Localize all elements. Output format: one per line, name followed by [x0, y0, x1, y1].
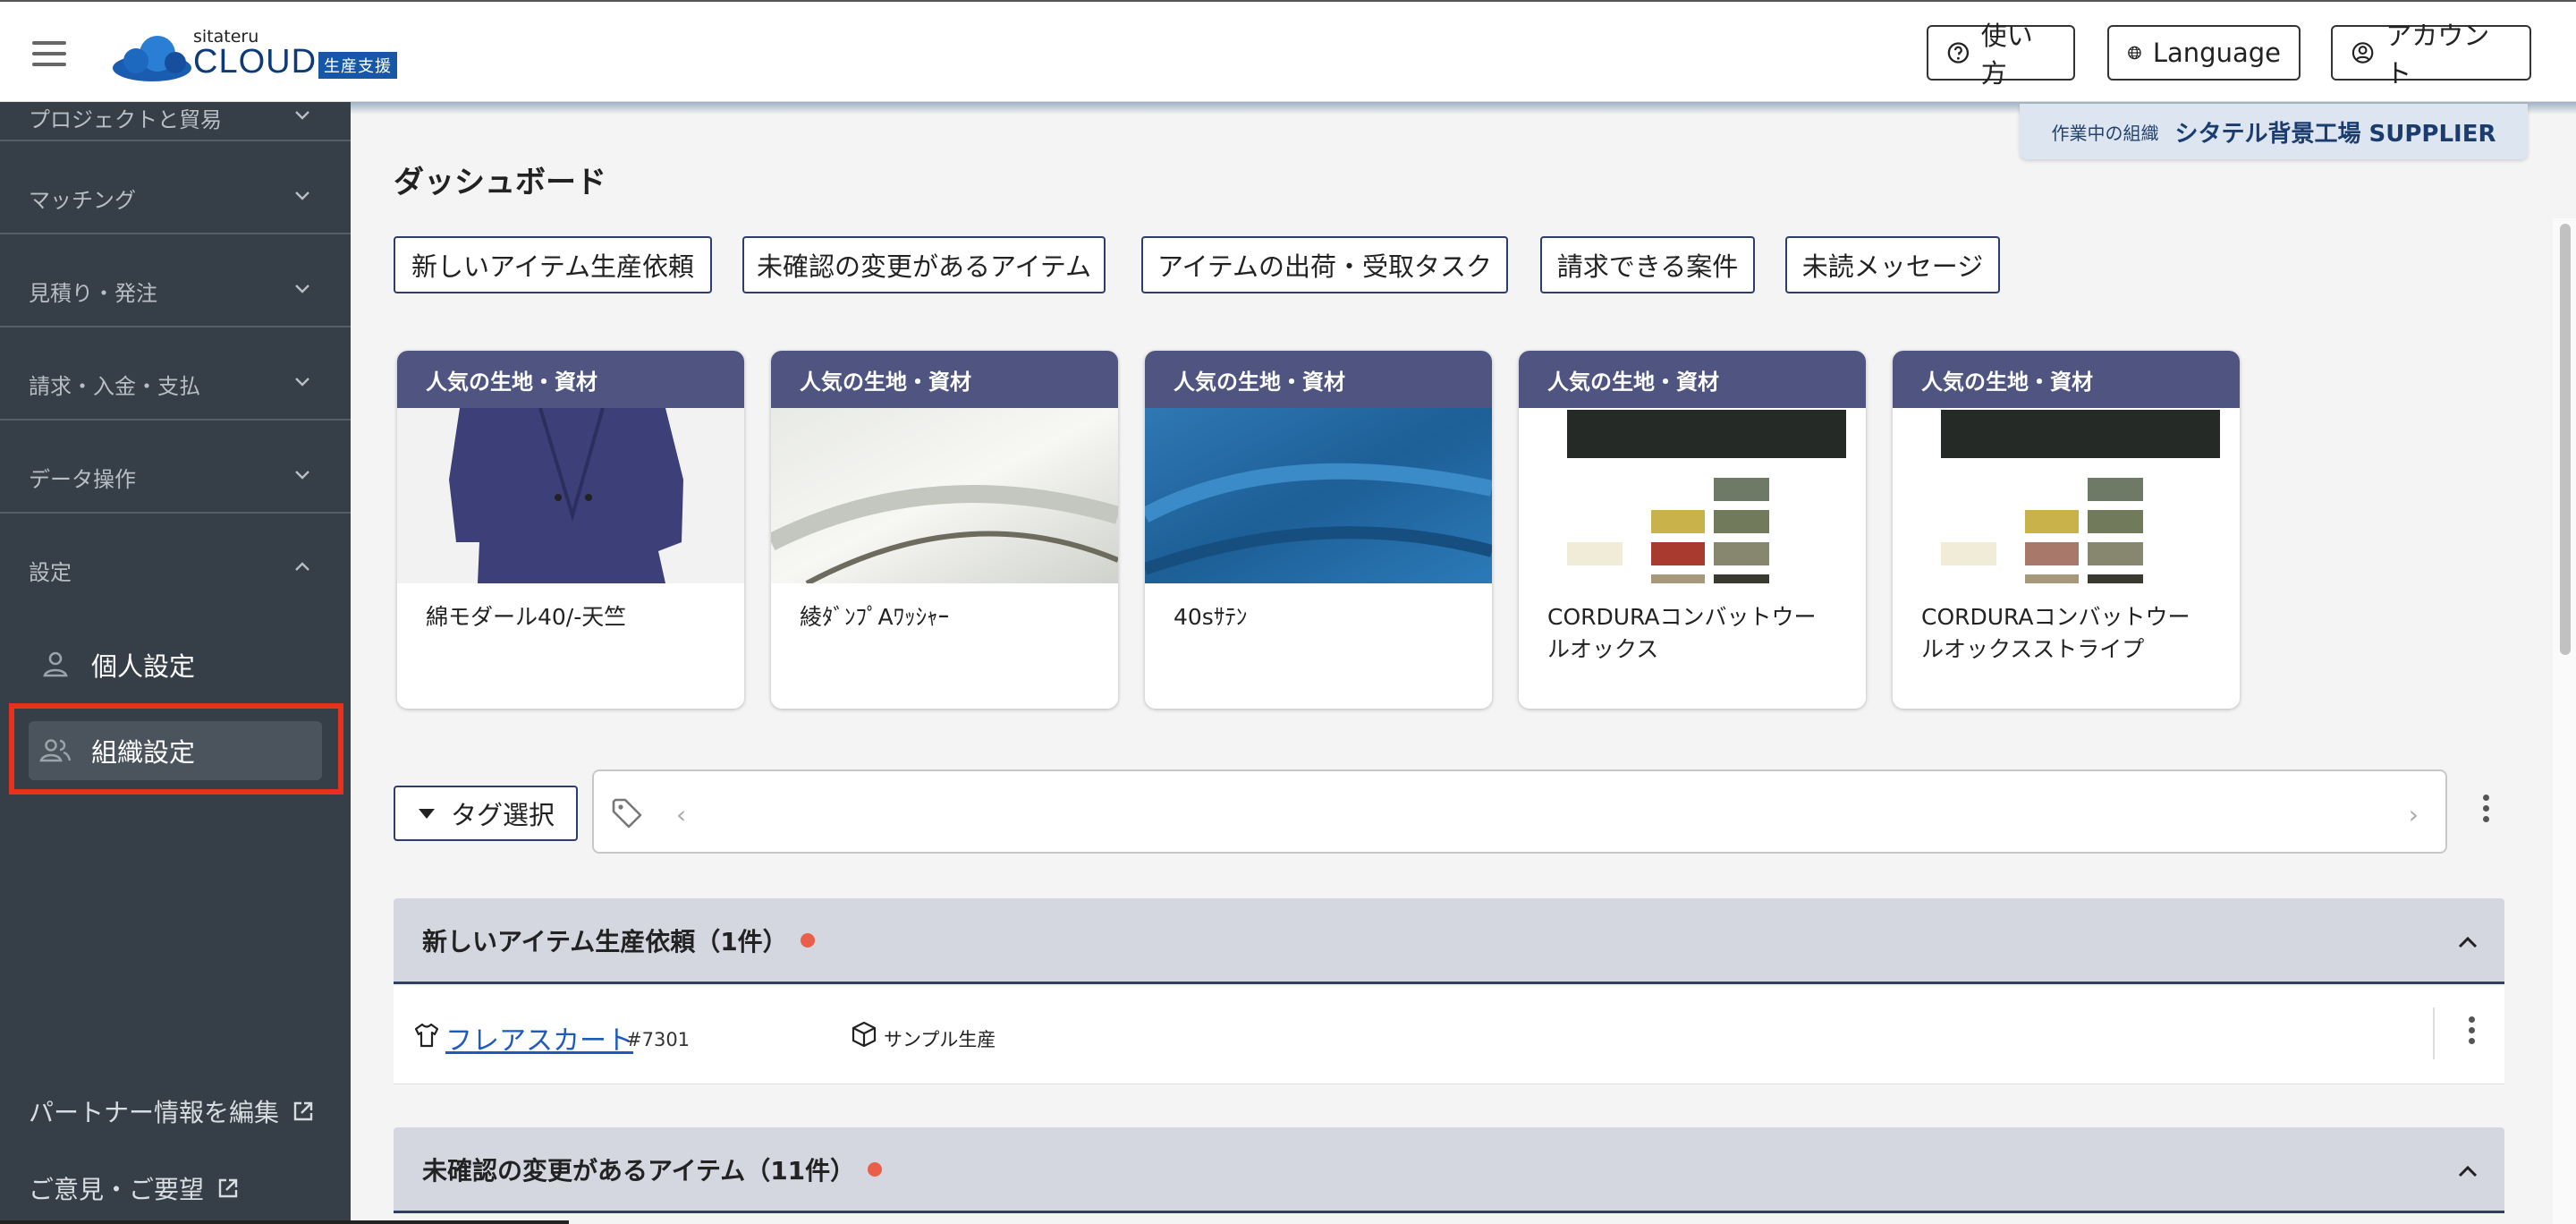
more-vert-icon[interactable]: [2483, 795, 2490, 827]
tag-scroller: ‹ ›: [592, 769, 2447, 854]
sidebar: プロジェクトと貿易 マッチング 見積り・発注 請求・入金・支払 データ操作 設定…: [0, 102, 351, 1224]
tag-select-button[interactable]: タグ選択: [394, 786, 578, 841]
quick-unread-messages-button[interactable]: 未読メッセージ: [1785, 236, 2000, 293]
edit-partner-link[interactable]: パートナー情報を編集: [29, 1093, 315, 1129]
chevron-down-icon: [295, 285, 309, 293]
language-button[interactable]: Language: [2107, 25, 2301, 81]
sidebar-section-billing[interactable]: 請求・入金・支払: [0, 327, 351, 421]
shirt-icon: [414, 1023, 439, 1048]
material-card[interactable]: 人気の生地・資材 CORDURAコンバットウールオックスストライプ: [1893, 351, 2240, 709]
sidebar-section-matching[interactable]: マッチング: [0, 141, 351, 234]
more-vert-icon[interactable]: [2469, 1016, 2476, 1049]
top-bar: sitateru CLOUD 生産支援 使い方 Language アカウント: [0, 0, 2576, 102]
current-organization-badge: 作業中の組織 シタテル背景工場 SUPPLIER: [2020, 104, 2528, 159]
account-icon: [2351, 42, 2374, 64]
person-icon: [43, 651, 68, 677]
logo-tag: 生産支援: [318, 52, 397, 79]
chevron-up-icon: [295, 562, 309, 571]
highlight-box: [9, 703, 343, 795]
tag-prev-button[interactable]: ‹: [676, 800, 686, 829]
card-heading: 人気の生地・資材: [1519, 351, 1866, 408]
external-link-icon: [293, 1101, 313, 1121]
globe-icon: [2128, 46, 2141, 60]
chevron-down-icon: [295, 111, 309, 120]
cloud-logo-icon: [113, 36, 191, 81]
chevron-down-icon: [295, 378, 309, 387]
chevron-down-icon: [295, 471, 309, 480]
material-card[interactable]: 人気の生地・資材 綾ﾀﾞﾝﾌﾟAﾜｯｼｬｰ: [771, 351, 1118, 709]
section-header-unconfirmed-changes[interactable]: 未確認の変更があるアイテム（11件）: [394, 1127, 2504, 1213]
card-name: 40sｻﾃﾝ: [1174, 604, 1248, 630]
material-image: [397, 408, 744, 583]
page-title: ダッシュボード: [394, 165, 606, 200]
item-number: #7301: [626, 1029, 691, 1050]
card-heading: 人気の生地・資材: [1145, 351, 1492, 408]
notification-dot: [868, 1161, 883, 1177]
quick-billable-cases-button[interactable]: 請求できる案件: [1540, 236, 1755, 293]
card-name: CORDURAコンバットウールオックスストライプ: [1921, 604, 2190, 662]
notification-dot: [800, 932, 815, 948]
quick-unconfirmed-changes-button[interactable]: 未確認の変更があるアイテム: [742, 236, 1106, 293]
logo[interactable]: sitateru CLOUD 生産支援: [111, 27, 415, 81]
chevron-up-icon[interactable]: [2456, 931, 2479, 954]
card-name: 綿モダール40/-天竺: [426, 604, 627, 630]
logo-text: CLOUD: [193, 43, 318, 81]
external-link-icon: [218, 1178, 238, 1198]
material-image: [1893, 408, 2240, 583]
edit-partner-label: パートナー情報を編集: [29, 1098, 280, 1127]
box-icon: [852, 1021, 877, 1048]
card-name: 綾ﾀﾞﾝﾌﾟAﾜｯｼｬｰ: [800, 604, 950, 630]
sidebar-section-label: データ操作: [29, 467, 136, 492]
section-header-new-requests[interactable]: 新しいアイテム生産依頼（1件）: [394, 898, 2504, 984]
material-image: [1145, 408, 1492, 583]
sidebar-section-label: 設定: [29, 560, 72, 585]
tag-next-button[interactable]: ›: [2409, 800, 2419, 829]
sidebar-section-estimates[interactable]: 見積り・発注: [0, 234, 351, 327]
account-button[interactable]: アカウント: [2331, 21, 2531, 89]
scrollbar-thumb[interactable]: [2560, 224, 2571, 655]
feedback-label: ご意見・ご要望: [29, 1175, 205, 1204]
sidebar-item-label: 個人設定: [91, 651, 196, 682]
help-label: 使い方: [1980, 21, 2033, 89]
section-title: 新しいアイテム生産依頼（1件）: [422, 926, 788, 956]
feedback-link[interactable]: ご意見・ご要望: [29, 1170, 240, 1206]
material-card[interactable]: 人気の生地・資材 綿モダール40/-天竺: [397, 351, 744, 709]
account-label: アカウント: [2385, 21, 2490, 89]
material-image: [771, 408, 1118, 583]
dropdown-arrow-icon: [419, 808, 435, 819]
material-image: [1519, 408, 1866, 583]
help-icon: [1947, 42, 1970, 64]
help-button[interactable]: 使い方: [1927, 21, 2075, 89]
org-caption: 作業中の組織: [2051, 122, 2159, 144]
sidebar-section-settings[interactable]: 設定: [0, 514, 351, 607]
language-label: Language: [2152, 38, 2281, 68]
section-title: 未確認の変更があるアイテム（11件）: [422, 1155, 856, 1186]
bottom-bar: [0, 1220, 569, 1224]
material-card[interactable]: 人気の生地・資材 40sｻﾃﾝ: [1145, 351, 1492, 709]
sidebar-section-label: マッチング: [29, 188, 136, 213]
chevron-up-icon[interactable]: [2456, 1160, 2479, 1183]
table-row: フレアスカート #7301 サンプル生産: [394, 986, 2504, 1084]
chevron-down-icon: [295, 191, 309, 200]
material-card[interactable]: 人気の生地・資材 CORDURAコンバットウールオックス: [1519, 351, 1866, 709]
sidebar-section-data[interactable]: データ操作: [0, 421, 351, 514]
sidebar-section-label: 請求・入金・支払: [29, 374, 200, 399]
item-type: サンプル生産: [884, 1029, 996, 1050]
main-content: 作業中の組織 シタテル背景工場 SUPPLIER ダッシュボード 新しいアイテム…: [351, 102, 2576, 1224]
card-name: CORDURAコンバットウールオックス: [1547, 604, 1817, 662]
item-link[interactable]: フレアスカート: [445, 1018, 633, 1058]
sidebar-section-label: 見積り・発注: [29, 281, 157, 306]
hamburger-icon[interactable]: [32, 41, 66, 66]
quick-new-production-requests-button[interactable]: 新しいアイテム生産依頼: [394, 236, 712, 293]
org-name: シタテル背景工場 SUPPLIER: [2174, 120, 2496, 148]
tag-icon: [612, 798, 642, 829]
tag-select-label: タグ選択: [451, 800, 555, 830]
sidebar-section-label: プロジェクトと貿易: [29, 107, 222, 132]
card-heading: 人気の生地・資材: [1893, 351, 2240, 408]
sidebar-item-personal-settings[interactable]: 個人設定: [29, 635, 322, 694]
card-heading: 人気の生地・資材: [771, 351, 1118, 408]
quick-shipping-tasks-button[interactable]: アイテムの出荷・受取タスク: [1141, 236, 1508, 293]
divider: [2433, 1007, 2435, 1059]
card-heading: 人気の生地・資材: [397, 351, 744, 408]
